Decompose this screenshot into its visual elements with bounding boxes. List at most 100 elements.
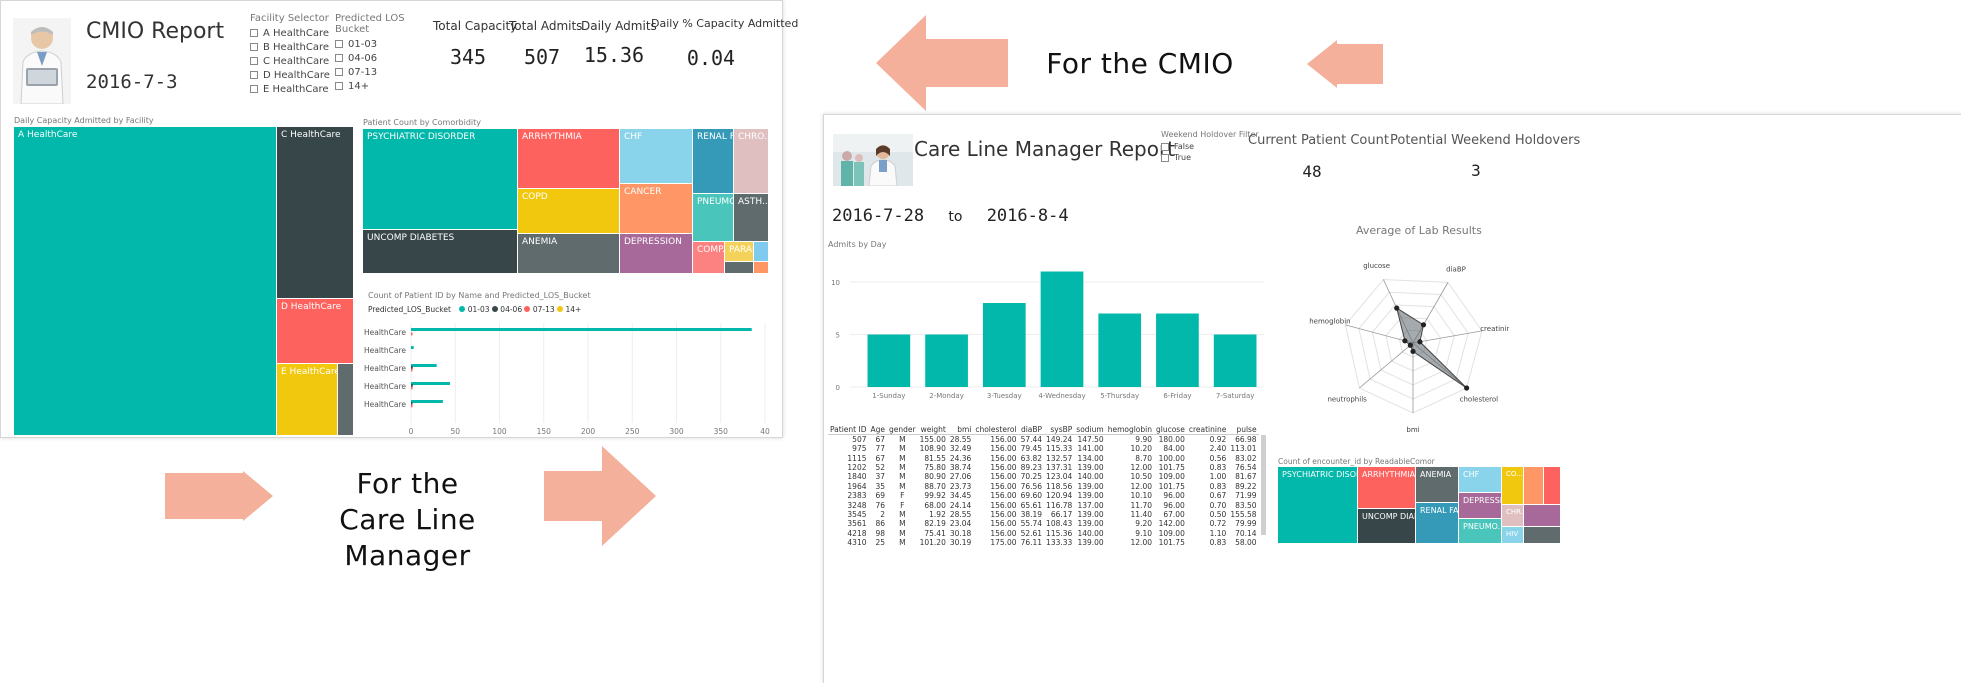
comor-tile-small-c[interactable] [754, 262, 769, 274]
comor-tile-small-a[interactable] [1524, 467, 1544, 505]
table-row[interactable]: 3248 76 F 68.00 24.14 156.00 65.61 116.78 137.00… [828, 500, 1259, 510]
radar-point[interactable] [1464, 385, 1470, 391]
table-row[interactable]: 4310 25 M 101.20 30.19 175.00 76.11 133.33 139.0… [828, 538, 1259, 547]
checkbox[interactable] [250, 57, 258, 65]
checkbox[interactable] [1161, 153, 1169, 162]
radar-point[interactable] [1394, 305, 1400, 311]
column-header[interactable]: sysBP [1044, 425, 1075, 435]
column-header[interactable]: Patient ID [828, 425, 869, 435]
comor-tile-depression[interactable]: DEPRESSION [620, 234, 693, 274]
table-row[interactable]: 4218 98 M 75.41 30.18 156.00 52.61 115.36 140.00… [828, 529, 1259, 538]
bar[interactable] [411, 382, 450, 385]
column-header[interactable]: diaBP [1018, 425, 1045, 435]
treemap-tile-d-healthcare[interactable]: D HealthCare [277, 299, 354, 364]
comor-tile-renal[interactable]: RENAL F... [693, 129, 734, 194]
comor-tile-depression[interactable]: DEPRESSI... [1459, 493, 1502, 519]
column-header[interactable]: bmi [947, 425, 974, 435]
column-header[interactable]: creatinine [1186, 425, 1229, 435]
comor-tile-cancer[interactable]: CANCER [620, 184, 693, 234]
comor-tile-small-b[interactable] [725, 262, 754, 274]
weekend-option-true[interactable]: True [1161, 152, 1261, 163]
column-bar[interactable] [925, 334, 968, 388]
comor-tile-copd[interactable]: COPD [518, 189, 620, 234]
column-header[interactable]: pulse [1228, 425, 1259, 435]
comor-tile-co[interactable]: CO... [1502, 467, 1524, 505]
comor-tile-comp[interactable]: COMP... [693, 242, 725, 274]
comor-tile-asth[interactable]: ASTH... [734, 194, 769, 242]
treemap-tile-e-healthcare[interactable]: E HealthCare [277, 364, 338, 436]
facility-option-d[interactable]: D HealthCare [250, 69, 340, 83]
table-row[interactable]: 1964 35 M 88.70 23.73 156.00 76.56 118.56 139.00… [828, 482, 1259, 491]
bar[interactable] [411, 364, 437, 367]
radar-point[interactable] [1407, 342, 1413, 348]
checkbox[interactable] [335, 82, 343, 90]
bar[interactable] [411, 346, 414, 349]
comor-tile-renal-fail[interactable]: RENAL FAIL [1416, 503, 1459, 544]
checkbox[interactable] [250, 29, 258, 37]
column-bar[interactable] [1213, 334, 1257, 388]
bar[interactable] [411, 404, 413, 408]
treemap-tile-other[interactable] [338, 364, 354, 436]
comor-tile-anemia[interactable]: ANEMIA [518, 234, 620, 274]
comor-tile-chro[interactable]: CHRO... [734, 129, 769, 194]
column-header[interactable]: gender [887, 425, 918, 435]
bar[interactable] [411, 328, 752, 331]
facility-option-e[interactable]: E HealthCare [250, 83, 340, 97]
bar[interactable] [411, 368, 413, 372]
table-row[interactable]: 1840 37 M 80.90 27.06 156.00 70.25 123.04 140.00… [828, 472, 1259, 481]
comor-tile-para[interactable]: PARA... [725, 242, 754, 262]
comor-tile-psychiatric[interactable]: PSYCHIATRIC DISORD... [1278, 467, 1358, 544]
radar-point[interactable] [1402, 338, 1408, 344]
column-header[interactable]: hemoglobin [1105, 425, 1154, 435]
column-header[interactable]: weight [917, 425, 948, 435]
checkbox[interactable] [1161, 142, 1169, 151]
table-scrollbar[interactable] [1261, 435, 1266, 535]
column-header[interactable]: Age [868, 425, 888, 435]
table-row[interactable]: 2383 69 F 99.92 34.45 156.00 69.60 120.94 139.00… [828, 491, 1259, 500]
table-row[interactable]: 3561 86 M 82.19 23.04 156.00 55.74 108.43 139.00… [828, 519, 1259, 528]
checkbox[interactable] [335, 40, 343, 48]
comor-tile-small-b[interactable] [1544, 467, 1561, 505]
treemap-tile-a-healthcare[interactable]: A HealthCare [14, 127, 277, 436]
comor-tile-pneumo[interactable]: PNEUMO... [1459, 519, 1502, 544]
comor-tile-small-d[interactable] [1524, 527, 1561, 544]
comor-tile-chf[interactable]: CHF [620, 129, 693, 184]
facility-option-a[interactable]: A HealthCare [250, 27, 340, 41]
checkbox[interactable] [250, 43, 258, 51]
comor-tile-small-a[interactable] [754, 242, 769, 262]
table-row[interactable]: 3545 2 M 1.92 28.55 156.00 38.19 66.17 139.00 11.… [828, 510, 1259, 519]
radar-point[interactable] [1417, 339, 1423, 345]
checkbox[interactable] [335, 68, 343, 76]
checkbox[interactable] [335, 54, 343, 62]
los-option-0713[interactable]: 07-13 [335, 66, 430, 80]
patient-table-container[interactable]: Patient ID Age gender weight bmi cholesterol d… [828, 425, 1264, 683]
bar[interactable] [411, 332, 413, 336]
los-option-0406[interactable]: 04-06 [335, 52, 430, 66]
comor-tile-uncomp-diab[interactable]: UNCOMP DIAB... [1358, 509, 1416, 544]
comor-tile-anemia[interactable]: ANEMIA [1416, 467, 1459, 503]
comor-tile-arrhythmia[interactable]: ARRHYTHMIA [1358, 467, 1416, 509]
column-bar[interactable] [1156, 313, 1199, 388]
table-row[interactable]: 507 67 M 155.00 28.55 156.00 57.44 149.24 147.50… [828, 435, 1259, 444]
comor-tile-arrhythmia[interactable]: ARRHYTHMIA [518, 129, 620, 189]
radar-point[interactable] [1420, 322, 1427, 328]
column-header[interactable]: sodium [1074, 425, 1106, 435]
bar[interactable] [411, 386, 413, 390]
los-option-14[interactable]: 14+ [335, 80, 430, 94]
facility-option-b[interactable]: B HealthCare [250, 41, 340, 55]
weekend-option-false[interactable]: False [1161, 141, 1261, 152]
table-row[interactable]: 975 77 M 108.90 32.49 156.00 79.45 115.33 141.00… [828, 444, 1259, 453]
checkbox[interactable] [250, 71, 258, 79]
comor-tile-psychiatric[interactable]: PSYCHIATRIC DISORDER [363, 129, 518, 230]
bar[interactable] [411, 400, 443, 403]
checkbox[interactable] [250, 85, 258, 93]
comor-tile-chr[interactable]: CHR... [1502, 505, 1524, 527]
radar-point[interactable] [1410, 348, 1416, 354]
column-bar[interactable] [1098, 313, 1142, 388]
column-bar[interactable] [867, 334, 911, 388]
column-header[interactable]: cholesterol [973, 425, 1019, 435]
comor-tile-hiv[interactable]: HIV [1502, 527, 1524, 544]
comor-tile-small-c[interactable] [1524, 505, 1561, 527]
table-row[interactable]: 1202 52 M 75.80 38.74 156.00 89.23 137.31 139.00… [828, 463, 1259, 472]
column-bar[interactable] [1040, 271, 1084, 388]
